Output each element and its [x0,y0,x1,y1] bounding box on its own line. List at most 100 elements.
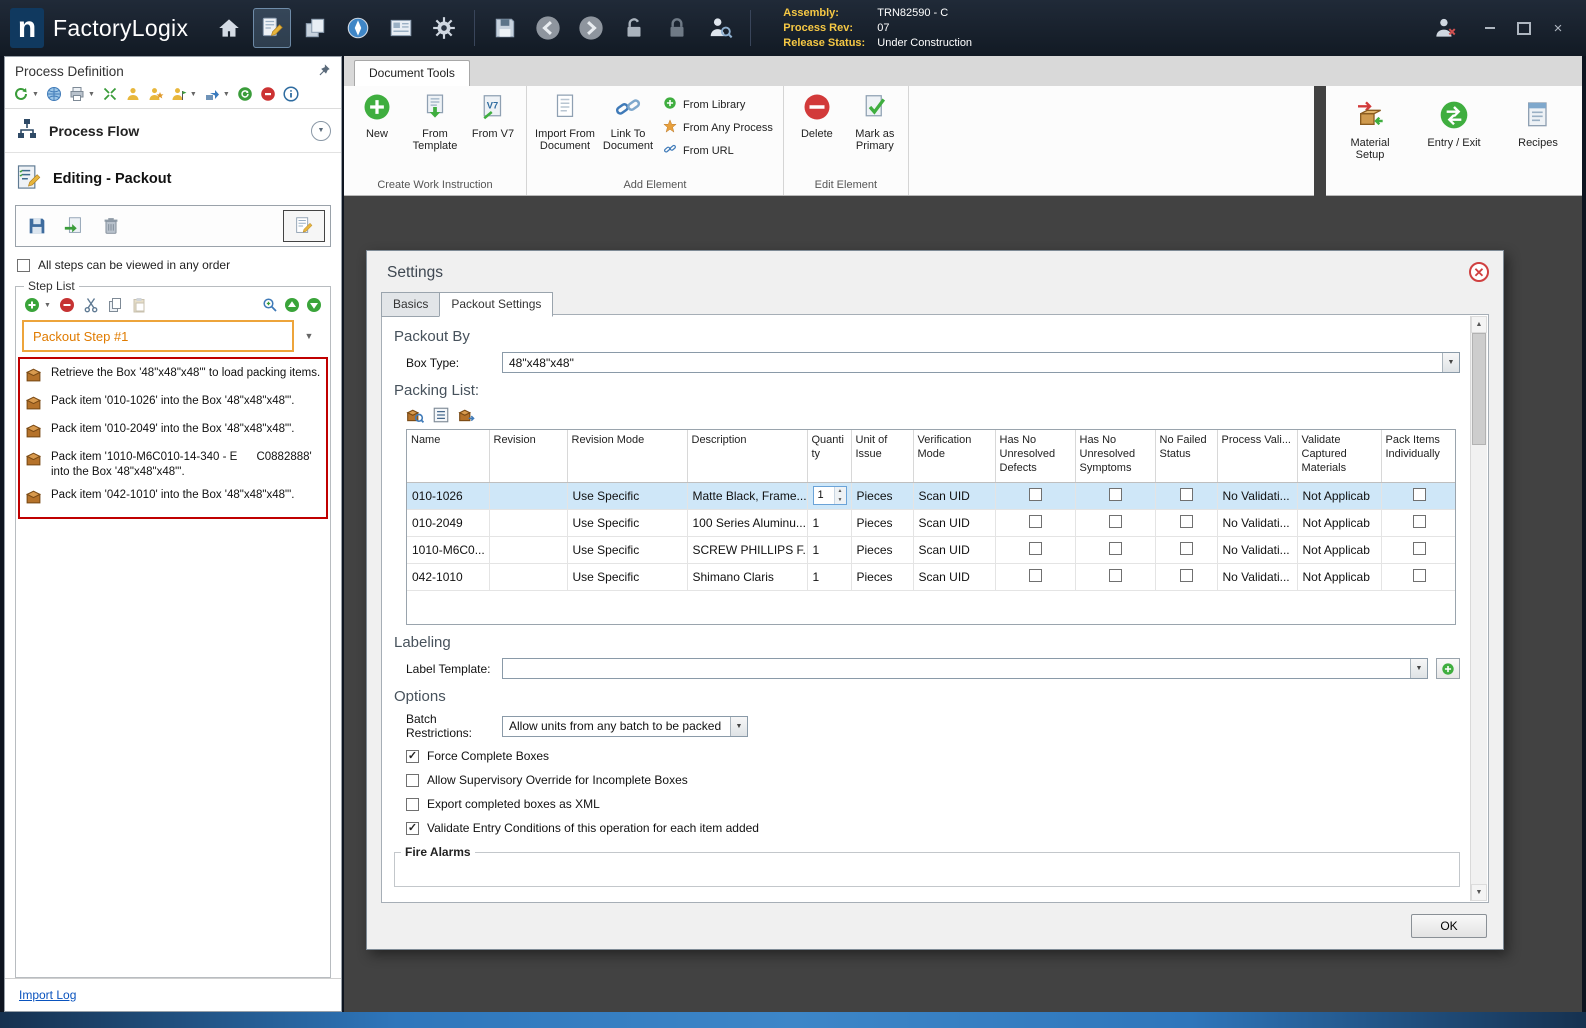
lock-icon[interactable] [658,8,696,48]
maximize-button[interactable] [1516,20,1532,36]
pack-items-individually-checkbox[interactable] [1412,568,1426,582]
export-xml-checkbox[interactable] [406,797,419,811]
step-action-item[interactable]: Retrieve the Box '48"x48"x48"' to load p… [25,366,321,386]
col-name-header[interactable]: Name [407,430,490,483]
packing-row-4[interactable]: 042-1010 Use Specific Shimano Claris 1 P… [407,563,1455,591]
scroll-up-icon[interactable]: ▲ [1471,316,1487,333]
validate-entry-conditions-checkbox[interactable] [406,821,419,835]
link-to-document-button[interactable]: Link To Document [600,89,656,156]
material-setup-button[interactable]: Material Setup [1334,96,1406,165]
recipes-button[interactable]: Recipes [1502,96,1574,152]
paste-icon[interactable] [131,297,147,313]
user-icon[interactable] [125,86,141,102]
find-box-icon[interactable] [406,406,424,424]
step-action-item[interactable]: Pack item '042-1010' into the Box '48"x4… [25,488,321,508]
step-action-item[interactable]: Pack item '010-1026' into the Box '48"x4… [25,394,321,414]
col-revision-mode-header[interactable]: Revision Mode [567,430,688,483]
refresh-caret-icon[interactable]: ▼ [32,91,39,98]
tab-basics[interactable]: Basics [381,292,440,317]
force-complete-boxes-checkbox[interactable] [406,749,419,763]
col-verification-mode-header[interactable]: Verification Mode [913,430,996,483]
step-action-item[interactable]: Pack item '1010-M6C010-14-340 - E C08828… [25,450,321,480]
scroll-track[interactable] [1471,445,1487,884]
import-from-document-button[interactable]: Import From Document [532,89,598,156]
info-icon[interactable] [283,86,299,102]
has-no-unresolved-defects-checkbox[interactable] [1028,541,1042,555]
spinner-up-icon[interactable]: ▲ [834,487,846,496]
import-log-link[interactable]: Import Log [19,988,76,1002]
from-library-button[interactable]: From Library [663,96,773,113]
settings-gear-icon[interactable] [425,8,463,48]
remove-step-icon[interactable] [59,297,75,313]
col-description-header[interactable]: Description [687,430,808,483]
pack-items-individually-checkbox[interactable] [1412,487,1426,501]
add-label-template-button[interactable] [1436,658,1460,679]
new-button[interactable]: New [349,89,405,143]
delete-element-button[interactable]: Delete [789,89,845,143]
logout-user-icon[interactable] [1426,8,1464,48]
collapse-chevron-icon[interactable]: ▼ [311,120,331,141]
redo-forward-icon[interactable] [572,8,610,48]
entry-exit-button[interactable]: Entry / Exit [1418,96,1490,152]
col-pack-items-individually-header[interactable]: Pack Items Individually [1381,430,1455,483]
close-window-button[interactable]: × [1550,20,1566,37]
batch-restrictions-select[interactable]: Allow units from any batch to be packed … [502,715,748,737]
has-no-unresolved-symptoms-checkbox[interactable] [1108,541,1122,555]
undo-back-icon[interactable] [529,8,567,48]
unlock-icon[interactable] [615,8,653,48]
add-step-icon[interactable] [24,297,40,313]
process-flow-row[interactable]: Process Flow ▼ [5,109,341,153]
expand-all-icon[interactable] [102,86,118,102]
has-no-unresolved-symptoms-checkbox[interactable] [1108,514,1122,528]
step-action-item[interactable]: Pack item '010-2049' into the Box '48"x4… [25,422,321,442]
user-flag-icon[interactable] [171,86,187,102]
navigator-icon[interactable] [339,8,377,48]
packing-row-3[interactable]: 1010-M6C0... Use Specific SCREW PHILLIPS… [407,536,1455,564]
reports-icon[interactable] [382,8,420,48]
zoom-step-icon[interactable] [262,297,278,313]
find-user-icon[interactable] [701,8,739,48]
tab-packout-settings[interactable]: Packout Settings [439,292,554,317]
edit-step-document-button[interactable] [283,210,325,242]
from-v7-button[interactable]: V7 From V7 [465,89,521,143]
import-step-button[interactable] [58,210,90,242]
has-no-unresolved-defects-checkbox[interactable] [1028,514,1042,528]
pack-items-individually-checkbox[interactable] [1412,514,1426,528]
scroll-thumb[interactable] [1472,333,1486,445]
refresh-icon[interactable] [13,86,29,102]
save-icon[interactable] [486,8,524,48]
delete-step-button[interactable] [95,210,127,242]
scroll-down-icon[interactable]: ▼ [1471,884,1487,901]
packing-row-2[interactable]: 010-2049 Use Specific 100 Series Aluminu… [407,509,1455,537]
box-type-select[interactable]: 48"x48"x48" ▼ [502,352,1460,373]
col-quantity-header[interactable]: Quantity [807,430,852,483]
step-dropdown-chevron-icon[interactable]: ▼ [294,331,324,341]
mark-as-primary-button[interactable]: Mark as Primary [847,89,903,156]
has-no-unresolved-defects-checkbox[interactable] [1028,568,1042,582]
sync-icon[interactable] [237,86,253,102]
list-view-icon[interactable] [432,406,450,424]
no-failed-status-checkbox[interactable] [1179,541,1193,555]
from-url-button[interactable]: From URL [663,142,773,159]
home-icon[interactable] [210,8,248,48]
selected-step-field[interactable]: Packout Step #1 [22,320,294,352]
col-no-failed-status-header[interactable]: No Failed Status [1155,430,1218,483]
add-step-caret-icon[interactable]: ▼ [44,302,51,309]
work-instructions-icon[interactable] [253,8,292,48]
move-step-down-icon[interactable] [306,297,322,313]
stop-icon[interactable] [260,86,276,102]
label-template-select[interactable]: ▼ [502,658,1428,679]
ok-button[interactable]: OK [1411,914,1487,938]
col-has-no-unresolved-defects-header[interactable]: Has No Unresolved Defects [995,430,1076,483]
no-failed-status-checkbox[interactable] [1179,568,1193,582]
no-failed-status-checkbox[interactable] [1179,514,1193,528]
col-has-no-unresolved-symptoms-header[interactable]: Has No Unresolved Symptoms [1075,430,1156,483]
user-flag-caret-icon[interactable]: ▼ [190,91,197,98]
packing-row-1[interactable]: 010-1026 Use Specific Matte Black, Frame… [407,482,1455,510]
copy-icon[interactable] [107,297,123,313]
dialog-close-icon[interactable]: ✕ [1469,262,1489,282]
spinner-down-icon[interactable]: ▼ [834,495,846,504]
no-failed-status-checkbox[interactable] [1179,487,1193,501]
col-unit-of-issue-header[interactable]: Unit of Issue [851,430,914,483]
save-step-button[interactable] [21,210,53,242]
